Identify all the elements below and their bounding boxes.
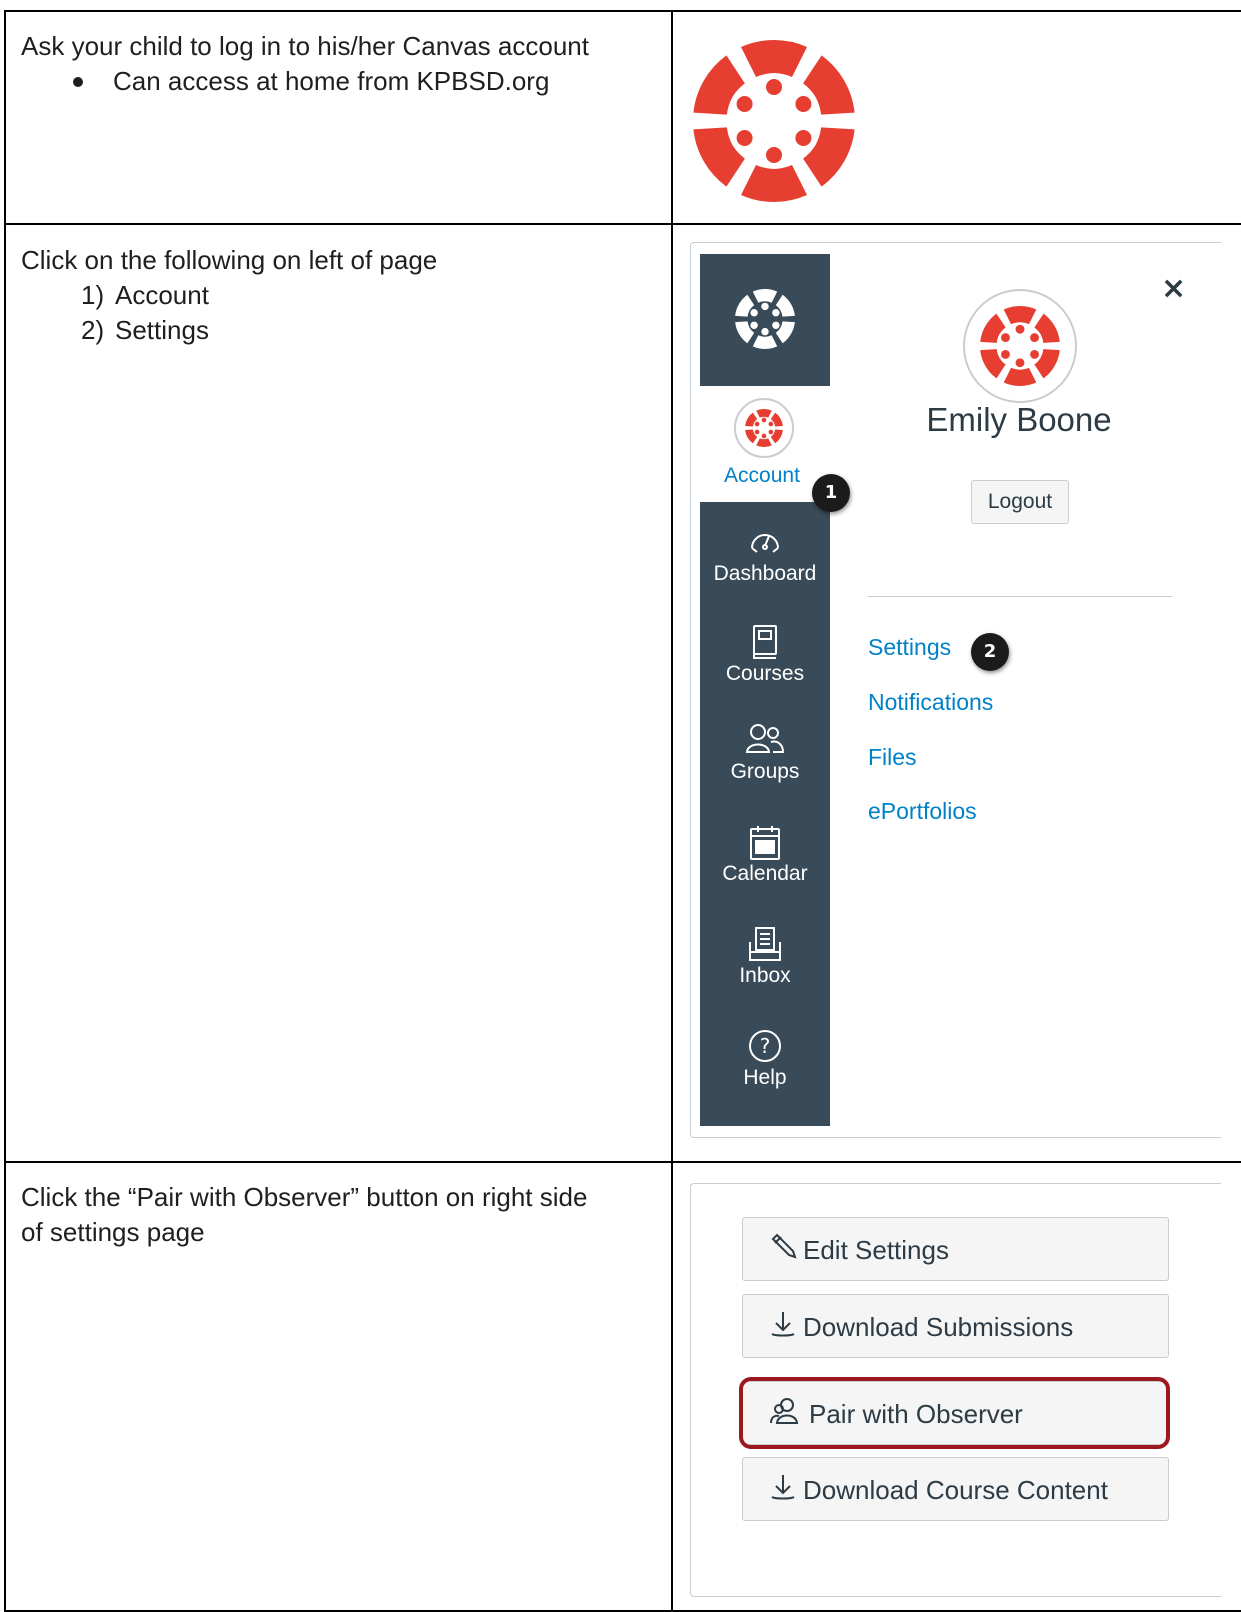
eportfolios-link[interactable]: ePortfolios bbox=[868, 798, 977, 825]
step-item: 1) Account bbox=[21, 278, 437, 313]
nav-label: Courses bbox=[725, 662, 805, 685]
instruction-text: of settings page bbox=[21, 1217, 205, 1247]
calendar-icon bbox=[700, 824, 830, 862]
nav-label: Calendar bbox=[722, 862, 808, 885]
download-icon bbox=[769, 1297, 797, 1361]
nav-label: Dashboard bbox=[713, 562, 817, 585]
highlight-outline bbox=[739, 1377, 1170, 1449]
nav-item-account[interactable]: Account bbox=[700, 386, 830, 502]
step-number: 2) bbox=[81, 315, 105, 345]
global-navigation: Account Dashboard Courses Groups Calenda… bbox=[700, 254, 830, 1126]
nav-label: Account bbox=[724, 464, 800, 487]
nav-item-courses[interactable]: Courses bbox=[700, 624, 830, 686]
groups-icon bbox=[700, 722, 830, 760]
settings-sidebar-screenshot: Edit Settings Download Submissions Pair … bbox=[690, 1183, 1221, 1597]
close-icon[interactable]: × bbox=[1161, 271, 1186, 306]
nav-label: Help bbox=[743, 1066, 787, 1089]
step-badge-2: 2 bbox=[971, 633, 1009, 671]
divider bbox=[868, 596, 1172, 597]
canvas-logo-icon[interactable] bbox=[700, 254, 830, 386]
button-label: Download Submissions bbox=[803, 1312, 1074, 1342]
nav-label: Inbox bbox=[739, 964, 791, 987]
nav-item-inbox[interactable]: Inbox bbox=[700, 926, 830, 988]
download-icon bbox=[769, 1460, 797, 1524]
step-label: Account bbox=[115, 280, 209, 310]
instruction-text: Ask your child to log in to his/her Canv… bbox=[21, 31, 589, 61]
avatar-icon bbox=[734, 398, 794, 458]
nav-item-groups[interactable]: Groups bbox=[700, 722, 830, 784]
help-icon: ? bbox=[700, 1028, 830, 1066]
nav-item-dashboard[interactable]: Dashboard bbox=[700, 524, 830, 586]
step-label: Settings bbox=[115, 315, 209, 345]
download-submissions-button[interactable]: Download Submissions bbox=[742, 1294, 1169, 1358]
button-label: Download Course Content bbox=[803, 1475, 1108, 1505]
courses-icon bbox=[700, 624, 830, 662]
step-number: 1) bbox=[81, 280, 105, 310]
instruction-text: Click the “Pair with Observer” button on… bbox=[21, 1182, 588, 1212]
svg-text:?: ? bbox=[760, 1034, 771, 1058]
step-badge-1: 1 bbox=[812, 474, 850, 512]
button-label: Edit Settings bbox=[803, 1235, 949, 1265]
nav-item-calendar[interactable]: Calendar bbox=[700, 824, 830, 886]
files-link[interactable]: Files bbox=[868, 744, 917, 771]
account-tray-screenshot: Account Dashboard Courses Groups Calenda… bbox=[690, 242, 1221, 1138]
user-name: Emily Boone bbox=[926, 401, 1112, 438]
settings-link[interactable]: Settings bbox=[868, 634, 951, 661]
notifications-link[interactable]: Notifications bbox=[868, 689, 993, 716]
nav-item-help[interactable]: ? Help bbox=[700, 1028, 830, 1090]
logout-button[interactable]: Logout bbox=[971, 480, 1069, 524]
canvas-logo-icon bbox=[693, 39, 855, 203]
step-cell: Click the “Pair with Observer” button on… bbox=[21, 1180, 587, 1250]
bullet-item: Can access at home from KPBSD.org bbox=[21, 64, 589, 99]
edit-settings-button[interactable]: Edit Settings bbox=[742, 1217, 1169, 1281]
pencil-icon bbox=[769, 1220, 797, 1284]
instruction-text: Click on the following on left of page bbox=[21, 245, 438, 275]
step-cell: Ask your child to log in to his/her Canv… bbox=[21, 29, 589, 99]
inbox-icon bbox=[700, 926, 830, 964]
step-item: 2) Settings bbox=[21, 313, 437, 348]
download-course-content-button[interactable]: Download Course Content bbox=[742, 1457, 1169, 1521]
step-cell: Click on the following on left of page 1… bbox=[21, 243, 437, 348]
table-row: Ask your child to log in to his/her Canv… bbox=[4, 10, 1241, 225]
bullet-text: Can access at home from KPBSD.org bbox=[113, 66, 550, 96]
dashboard-icon bbox=[700, 524, 830, 562]
avatar bbox=[963, 289, 1077, 403]
nav-label: Groups bbox=[730, 760, 800, 783]
